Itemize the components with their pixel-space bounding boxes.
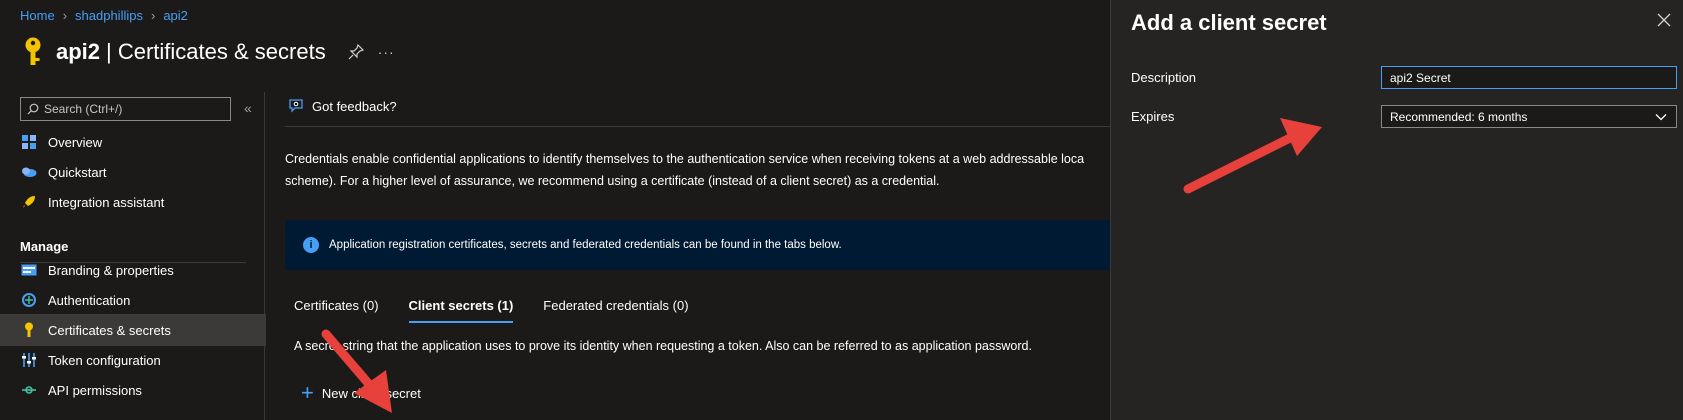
pin-icon[interactable] <box>348 44 364 60</box>
sidebar-item-authentication[interactable]: Authentication <box>0 284 266 316</box>
toolbar-divider <box>285 126 1115 127</box>
sidebar-item-label: Integration assistant <box>48 194 165 210</box>
expires-label: Expires <box>1131 109 1175 124</box>
client-secrets-description: A secret string that the application use… <box>294 339 1032 353</box>
authentication-icon <box>20 291 38 309</box>
api-permissions-icon <box>20 381 38 399</box>
plus-icon: + <box>301 380 314 405</box>
sidebar-item-branding[interactable]: Branding & properties <box>0 254 266 286</box>
sidebar-item-token-configuration[interactable]: Token configuration <box>0 344 266 376</box>
overview-icon <box>20 133 38 151</box>
info-banner: i Application registration certificates,… <box>285 220 1115 270</box>
sidebar-item-overview[interactable]: Overview <box>0 126 266 158</box>
sidebar-item-label: Branding & properties <box>48 262 174 278</box>
sidebar: Search (Ctrl+/) « Overview Quickstart In… <box>0 92 266 420</box>
credentials-tabs: Certificates (0) Client secrets (1) Fede… <box>294 298 689 323</box>
sidebar-item-quickstart[interactable]: Quickstart <box>0 156 266 188</box>
sidebar-item-api-permissions[interactable]: API permissions <box>0 374 266 406</box>
sidebar-section-manage: Manage <box>20 239 69 254</box>
sidebar-item-label: Overview <box>48 134 103 150</box>
description-label: Description <box>1131 70 1197 85</box>
new-client-secret-label: New client secret <box>321 385 421 401</box>
description-input[interactable] <box>1381 66 1677 89</box>
search-placeholder: Search (Ctrl+/) <box>44 102 123 116</box>
feedback-label: Got feedback? <box>312 98 397 114</box>
key-icon <box>25 37 41 65</box>
page-header: api2 | Certificates & secrets ··· <box>20 36 395 68</box>
feedback-button[interactable]: Got feedback? <box>288 98 397 114</box>
tab-client-secrets[interactable]: Client secrets (1) <box>408 298 513 323</box>
collapse-sidebar-icon[interactable]: « <box>244 100 252 116</box>
token-config-icon <box>20 351 38 369</box>
tab-federated-credentials[interactable]: Federated credentials (0) <box>543 298 688 323</box>
new-client-secret-button[interactable]: + New client secret <box>301 380 421 405</box>
sidebar-item-integration-assistant[interactable]: Integration assistant <box>0 186 266 218</box>
info-banner-text: Application registration certificates, s… <box>329 239 842 251</box>
breadcrumb-tenant[interactable]: shadphillips <box>75 8 143 23</box>
breadcrumb-app[interactable]: api2 <box>163 8 188 23</box>
feedback-icon <box>289 99 303 113</box>
description-line-2: scheme). For a higher level of assurance… <box>285 174 940 188</box>
close-icon[interactable] <box>1656 12 1672 28</box>
breadcrumb-home[interactable]: Home <box>20 8 55 23</box>
breadcrumb: Home › shadphillips › api2 <box>20 8 188 23</box>
description-line-1: Credentials enable confidential applicat… <box>285 152 1085 166</box>
quickstart-icon <box>20 163 38 181</box>
add-client-secret-panel: Add a client secret Description Expires … <box>1110 0 1683 420</box>
sidebar-search-input[interactable]: Search (Ctrl+/) <box>20 97 231 121</box>
chevron-down-icon <box>1655 114 1667 121</box>
info-icon: i <box>303 237 319 253</box>
search-icon <box>27 103 39 115</box>
more-options-icon[interactable]: ··· <box>378 44 395 60</box>
sidebar-item-label: API permissions <box>48 382 142 398</box>
sidebar-item-label: Quickstart <box>48 164 107 180</box>
chevron-right-icon: › <box>150 8 156 23</box>
page-subtitle: | Certificates & secrets <box>106 39 326 64</box>
sidebar-item-label: Authentication <box>48 292 131 308</box>
sidebar-item-certificates-secrets[interactable]: Certificates & secrets <box>0 314 266 346</box>
page-title: api2 <box>56 39 101 64</box>
rocket-icon <box>20 193 38 211</box>
credentials-description: Credentials enable confidential applicat… <box>285 148 1115 192</box>
expires-selected-value: Recommended: 6 months <box>1390 109 1528 124</box>
tab-certificates[interactable]: Certificates (0) <box>294 298 379 323</box>
panel-title: Add a client secret <box>1131 10 1327 35</box>
branding-icon <box>20 261 38 279</box>
expires-dropdown[interactable]: Recommended: 6 months <box>1381 105 1677 128</box>
sidebar-item-label: Token configuration <box>48 352 161 368</box>
sidebar-item-label: Certificates & secrets <box>48 322 171 338</box>
chevron-right-icon: › <box>62 8 68 23</box>
key-icon <box>20 321 38 339</box>
